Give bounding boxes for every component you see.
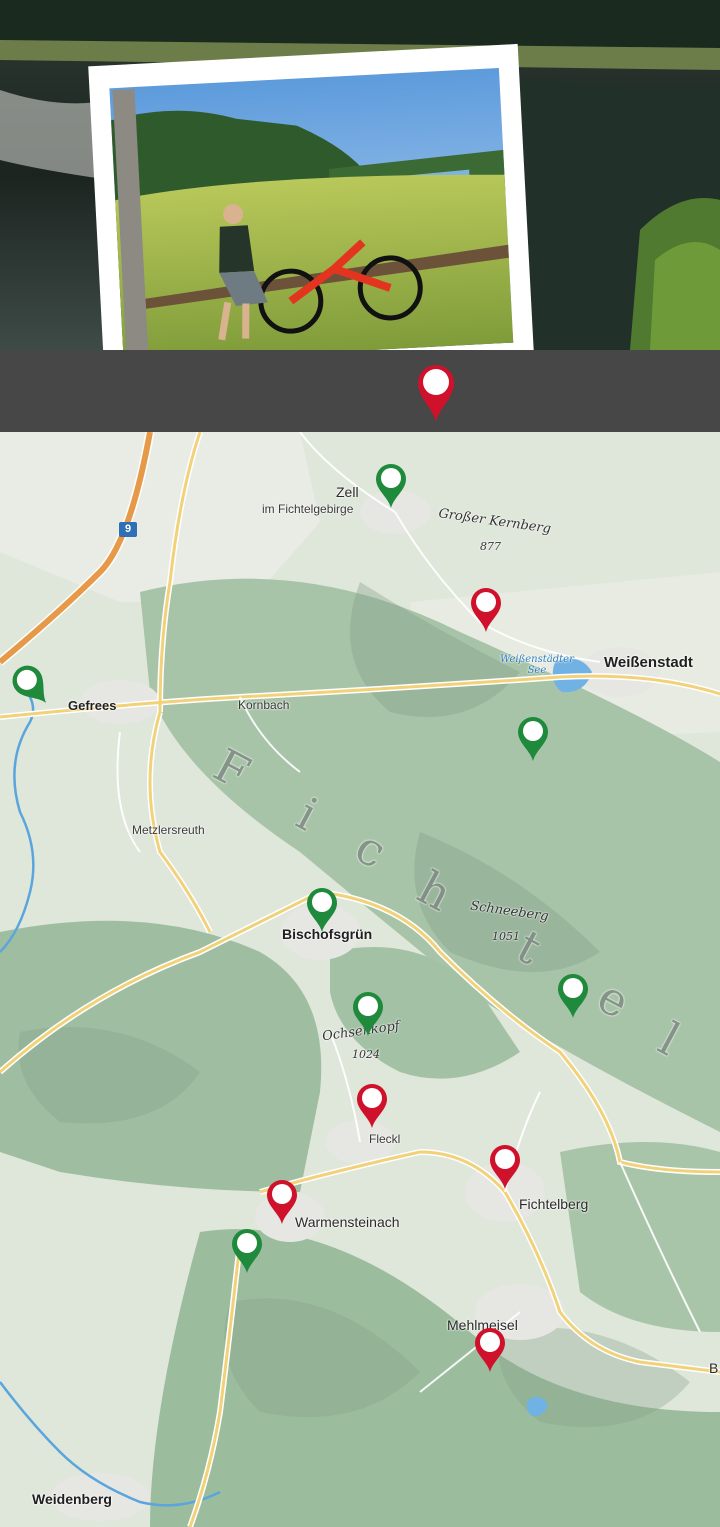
green-location-pin-icon[interactable] — [373, 462, 409, 510]
peak-height-ochsenkopf: 1024 — [352, 1048, 380, 1061]
place-label-edge: B — [709, 1360, 719, 1376]
lake-label-line2: See — [527, 665, 547, 676]
header-bar — [0, 350, 720, 432]
green-location-pin-icon[interactable] — [515, 715, 551, 763]
red-location-pin-icon[interactable] — [487, 1143, 523, 1191]
red-location-pin-icon[interactable] — [468, 586, 504, 634]
lake-background-image — [0, 0, 720, 350]
place-label-weidenberg: Weidenberg — [32, 1491, 112, 1507]
peak-height-kernberg: 877 — [480, 540, 501, 553]
green-location-pin-icon[interactable] — [350, 990, 386, 1038]
route-number-badge: 9 — [119, 522, 137, 537]
place-label-gefrees: Gefrees — [68, 698, 117, 713]
green-location-pin-icon[interactable] — [229, 1227, 265, 1275]
place-label-fichtelberg: Fichtelberg — [519, 1196, 589, 1212]
lake-label-line1: Weißenstädter — [500, 654, 574, 665]
red-location-pin-icon[interactable] — [264, 1178, 300, 1226]
place-label-fleckl: Fleckl — [369, 1132, 401, 1146]
place-label-metzlersreuth: Metzlersreuth — [132, 823, 205, 837]
green-location-pin-icon[interactable] — [304, 886, 340, 934]
place-label-warmensteinach: Warmensteinach — [295, 1214, 400, 1230]
place-label-kornbach: Kornbach — [238, 698, 290, 712]
place-label-zell-sub: im Fichtelgebirge — [262, 502, 354, 516]
red-location-pin-icon[interactable] — [354, 1082, 390, 1130]
lake-label: Weißenstädter See — [500, 654, 574, 676]
map[interactable]: F i c h t e l 9 Zell im Fichtelgebirge W… — [0, 432, 720, 1527]
green-location-pin-icon[interactable] — [555, 972, 591, 1020]
red-location-pin-icon[interactable] — [472, 1326, 508, 1374]
place-label-zell: Zell — [336, 484, 359, 500]
peak-height-schneeberg: 1051 — [492, 930, 520, 943]
location-pin-icon — [418, 365, 454, 422]
hero-photo — [0, 0, 720, 350]
place-label-weissenstadt: Weißenstadt — [604, 654, 693, 671]
